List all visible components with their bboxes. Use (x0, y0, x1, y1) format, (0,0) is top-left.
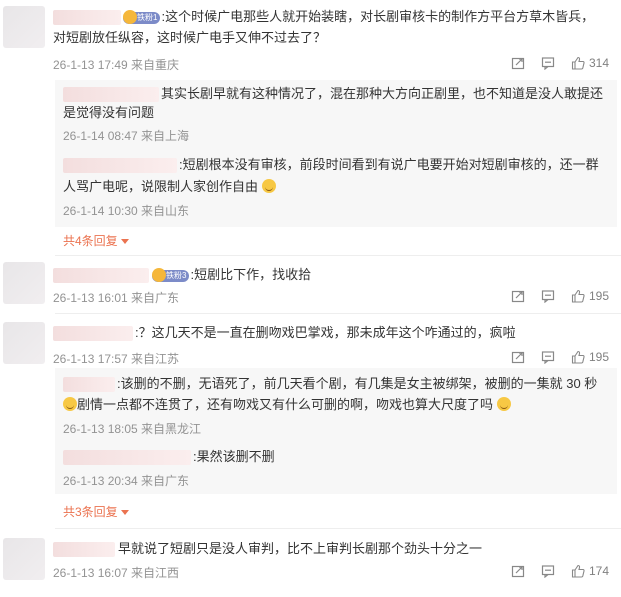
reply-text: :短剧根本没有审核，前段时间看到有说广电要开始对短剧审核的，还一群 (179, 157, 599, 172)
comment-meta: 26-1-13 17:57 来自江苏 (53, 352, 180, 366)
comment-icon[interactable] (541, 56, 555, 70)
comment-text: :？这几天不是一直在删吻戏巴掌戏，那未成年这个咋通过的，疯啦 (135, 325, 516, 340)
fan-badge: 铁粉1 (123, 10, 161, 24)
like-count: 314 (588, 56, 609, 70)
grin-sweat-emoji (63, 397, 77, 411)
comment-meta: 26-1-13 16:01 来自广东 (53, 291, 180, 305)
caret-down-icon (120, 510, 129, 515)
comment-meta: 26-1-13 17:49 来自重庆 (53, 58, 180, 72)
comment-actions: 314 (495, 56, 609, 70)
username-redacted[interactable] (53, 326, 133, 341)
username-redacted[interactable] (53, 10, 121, 25)
grin-sweat-emoji (261, 179, 276, 193)
like-count: 195 (588, 350, 609, 364)
comment-actions: 195 (495, 289, 609, 303)
divider (55, 313, 621, 314)
crown-icon (123, 10, 137, 24)
reply-text: :果然该删不删 (193, 449, 275, 464)
reply-meta: 26-1-14 10:30 来自山东 (63, 204, 190, 218)
reply-username-redacted[interactable] (63, 158, 177, 173)
thumbs-up-icon[interactable] (571, 350, 585, 364)
like-count: 174 (588, 564, 609, 578)
reply-text-line2: 是觉得没有问题 (63, 105, 155, 120)
reply-username-redacted[interactable] (63, 377, 115, 392)
reply-text-line2: 人骂广电呢，说限制人家创作自由 (63, 177, 276, 197)
avatar[interactable] (3, 538, 45, 580)
username-redacted[interactable] (53, 268, 149, 283)
reply-text: 其实长剧早就有这种情况了，混在那种大方向正剧里，也不知道是没人敢提还 (161, 86, 604, 101)
comment-text: 铁粉1:这个时候广电那些人就开始装瞎，对长剧审核卡的制作方平台方草木皆兵， (123, 7, 594, 27)
comment-text-line2: 对短剧放任纵容，这时候广电手又伸不过去了？ (53, 30, 327, 45)
share-icon[interactable] (511, 56, 525, 70)
username-redacted[interactable] (53, 542, 115, 557)
divider (55, 528, 621, 529)
avatar[interactable] (3, 6, 45, 48)
comment-icon[interactable] (541, 289, 555, 303)
comment-icon[interactable] (541, 564, 555, 578)
caret-down-icon (120, 239, 129, 244)
reply-meta: 26-1-14 08:47 来自上海 (63, 129, 190, 143)
reply-text-line2: 剧情一点都不连贯了，还有吻戏又有什么可删的啊，吻戏也算大尺度了吗 (63, 395, 511, 415)
avatar[interactable] (3, 262, 45, 304)
comment-text: 早就说了短剧只是没人审判，比不上审判长剧那个劲头十分之一 (118, 541, 483, 556)
thumbs-up-icon[interactable] (571, 56, 585, 70)
comment-icon[interactable] (541, 350, 555, 364)
share-icon[interactable] (511, 289, 525, 303)
comment-meta: 26-1-13 16:07 来自江西 (53, 566, 180, 580)
reply-username-redacted[interactable] (63, 450, 191, 465)
comment-text: 铁粉3:短剧比下作，找收拾 (152, 265, 311, 285)
more-replies-link[interactable]: 共4条回复 (63, 233, 129, 249)
reply-text: :该删的不删，无语死了，前几天看个剧，有几集是女主被绑架，被删的一集就 30 秒 (117, 376, 598, 391)
like-count: 195 (588, 289, 609, 303)
grin-sweat-emoji (496, 397, 511, 411)
share-icon[interactable] (511, 350, 525, 364)
crown-icon (152, 268, 166, 282)
reply-meta: 26-1-13 18:05 来自黑龙江 (63, 422, 202, 436)
reply-meta: 26-1-13 20:34 来自广东 (63, 474, 190, 488)
thumbs-up-icon[interactable] (571, 564, 585, 578)
thumbs-up-icon[interactable] (571, 289, 585, 303)
share-icon[interactable] (511, 564, 525, 578)
divider (55, 255, 621, 256)
reply-username-redacted[interactable] (63, 87, 159, 102)
comment-actions: 195 (495, 350, 609, 364)
comment-actions: 174 (495, 564, 609, 578)
avatar[interactable] (3, 322, 45, 364)
fan-badge: 铁粉3 (152, 268, 190, 282)
more-replies-link[interactable]: 共3条回复 (63, 504, 129, 520)
